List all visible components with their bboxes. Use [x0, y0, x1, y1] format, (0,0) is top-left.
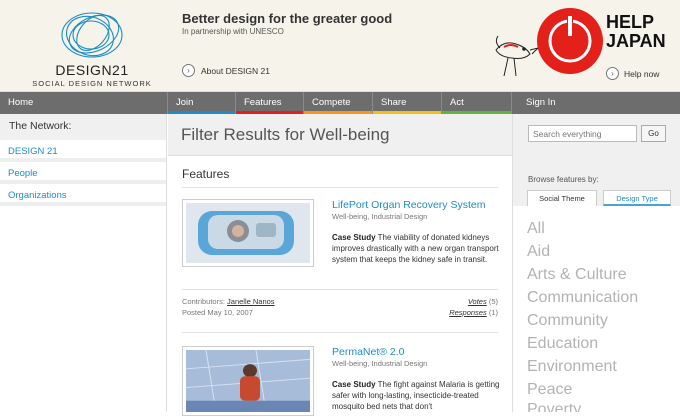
- contributors-label: Contributors:: [182, 297, 225, 306]
- theme-all[interactable]: All: [527, 220, 545, 238]
- nav-share-label: Share: [381, 97, 407, 108]
- theme-list: All Aid Arts & Culture Communication Com…: [513, 206, 680, 412]
- divider: [182, 332, 498, 333]
- theme-environment[interactable]: Environment: [527, 358, 617, 376]
- page-title: Filter Results for Well-being: [181, 125, 390, 144]
- about-link-label: About DESIGN 21: [201, 65, 270, 76]
- divider: [182, 289, 498, 290]
- help-now-label: Help now: [624, 68, 660, 79]
- nav-compete-label: Compete: [312, 97, 351, 108]
- divider: [182, 187, 498, 188]
- chevron-right-icon: ›: [606, 67, 619, 80]
- feature-type: Case Study: [332, 380, 376, 389]
- feature-description: Case Study The fight against Malaria is …: [332, 379, 502, 412]
- responses-link[interactable]: Responses: [449, 308, 487, 317]
- help-japan-text: HELP JAPAN: [606, 12, 666, 51]
- network-sidebar: The Network: DESIGN 21 People Organizati…: [0, 114, 167, 412]
- network-item-people[interactable]: People: [0, 165, 166, 184]
- votes-count: Votes (5): [420, 297, 498, 306]
- logo-subtitle: SOCIAL DESIGN NETWORK: [32, 79, 152, 88]
- theme-arts-culture[interactable]: Arts & Culture: [527, 266, 627, 284]
- network-item-organizations[interactable]: Organizations: [0, 187, 166, 206]
- chevron-right-icon: ›: [182, 64, 195, 77]
- responses-value: (1): [488, 308, 498, 317]
- feature-type: Case Study: [332, 233, 376, 242]
- network-title: The Network:: [0, 114, 166, 140]
- site-header: DESIGN21 SOCIAL DESIGN NETWORK Better de…: [0, 0, 680, 92]
- help-japan-title: HELP JAPAN: [606, 13, 666, 51]
- go-button[interactable]: Go: [641, 125, 666, 142]
- feature-thumbnail[interactable]: [182, 346, 314, 416]
- nav-compete[interactable]: Compete: [304, 92, 373, 114]
- theme-communication[interactable]: Communication: [527, 289, 638, 307]
- feature-title-link[interactable]: LifePort Organ Recovery System: [332, 199, 485, 211]
- tab-social-theme[interactable]: Social Theme: [527, 190, 597, 206]
- help-japan-emblem[interactable]: [537, 8, 603, 74]
- contributor-link[interactable]: Janelle Nanos: [227, 297, 275, 306]
- nav-sign-in[interactable]: Sign In: [512, 92, 680, 114]
- feature-thumbnail[interactable]: [182, 199, 314, 267]
- nav-home[interactable]: Home: [0, 92, 168, 114]
- theme-education[interactable]: Education: [527, 335, 598, 353]
- votes-link[interactable]: Votes: [468, 297, 487, 306]
- tab-design-type[interactable]: Design Type: [603, 190, 671, 206]
- partner-text: In partnership with UNESCO: [182, 27, 284, 36]
- browse-label: Browse features by:: [528, 175, 599, 184]
- nav-features[interactable]: Features: [236, 92, 304, 114]
- theme-peace[interactable]: Peace: [527, 381, 572, 399]
- theme-community[interactable]: Community: [527, 312, 608, 330]
- design21-logo[interactable]: DESIGN21 SOCIAL DESIGN NETWORK: [22, 8, 151, 88]
- mosquito-net-image: [185, 349, 311, 413]
- main-nav: Home Join Features Compete Share Act Sig…: [0, 92, 680, 114]
- nav-act[interactable]: Act: [442, 92, 512, 114]
- logo-wordmark: DESIGN21: [55, 62, 129, 78]
- network-item-design21[interactable]: DESIGN 21: [0, 143, 166, 162]
- nav-join[interactable]: Join: [168, 92, 236, 114]
- theme-poverty[interactable]: Poverty: [527, 401, 581, 412]
- nav-share[interactable]: Share: [373, 92, 442, 114]
- nav-join-label: Join: [176, 97, 194, 108]
- feature-posted-date: Posted May 10, 2007: [182, 308, 253, 317]
- scribble-globe-icon: [61, 12, 123, 58]
- browse-sidebar: Go Browse features by: Social Theme Desi…: [512, 114, 680, 412]
- feature-category: Well-being, Industrial Design: [332, 212, 428, 221]
- feature-description: Case Study The viability of donated kidn…: [332, 232, 502, 265]
- nav-features-label: Features: [244, 97, 282, 108]
- nav-sign-in-label: Sign In: [526, 97, 556, 108]
- bird-illustration-icon: [495, 35, 540, 77]
- section-title: Features: [182, 167, 230, 181]
- help-now-link[interactable]: › Help now: [606, 67, 659, 80]
- votes-value: (5): [488, 297, 498, 306]
- tagline: Better design for the greater good: [182, 11, 393, 26]
- feature-contributors: Contributors: Janelle Nanos: [182, 297, 275, 306]
- organ-device-image: [186, 203, 310, 263]
- responses-count: Responses (1): [420, 308, 498, 317]
- results-header: Filter Results for Well-being: [168, 114, 512, 156]
- theme-aid[interactable]: Aid: [527, 243, 550, 261]
- search-input[interactable]: [528, 125, 637, 142]
- feature-category: Well-being, Industrial Design: [332, 359, 428, 368]
- about-link[interactable]: › About DESIGN 21: [182, 64, 270, 77]
- nav-home-label: Home: [8, 97, 34, 108]
- nav-act-label: Act: [450, 97, 464, 108]
- power-circle-icon: [548, 12, 592, 63]
- feature-title-link[interactable]: PermaNet® 2.0: [332, 346, 405, 358]
